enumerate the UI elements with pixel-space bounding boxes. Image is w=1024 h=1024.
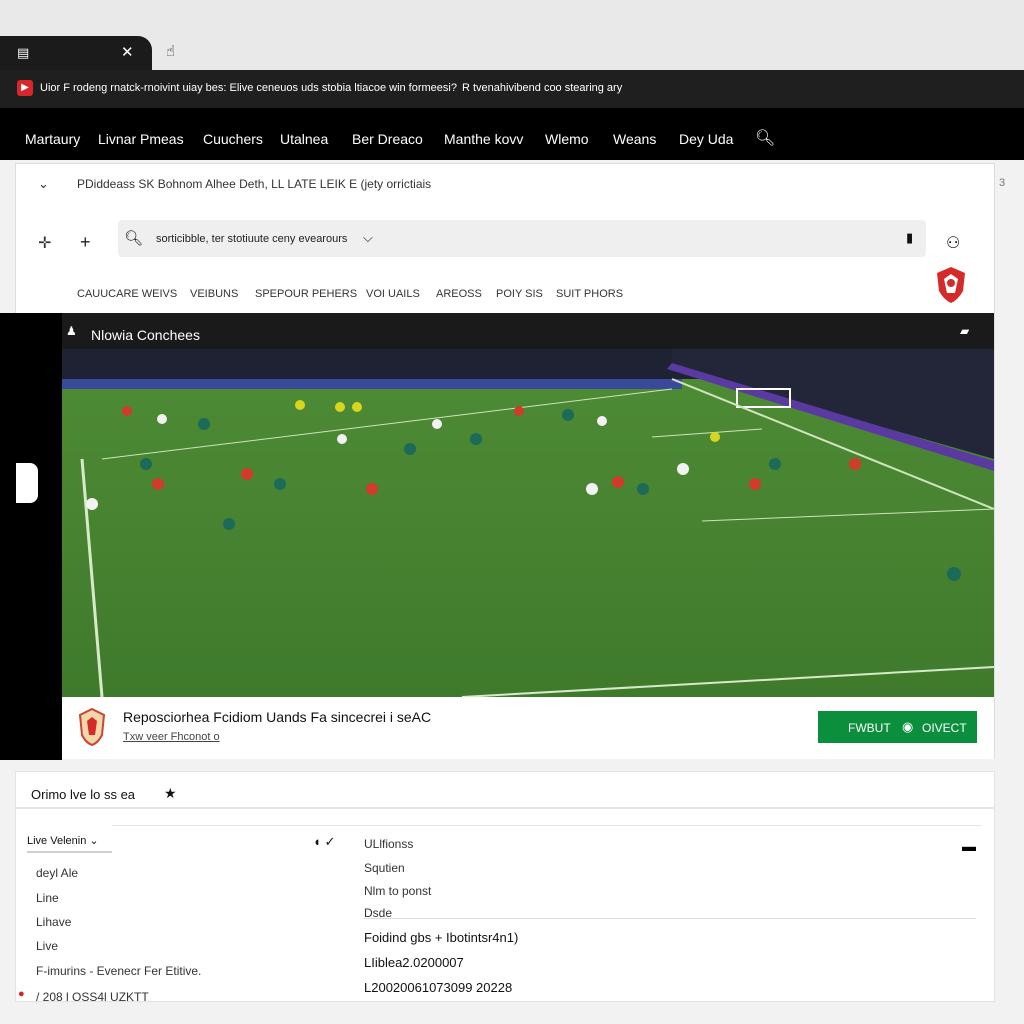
nav-item-5[interactable]: Ber Dreaco (352, 131, 423, 147)
action-button-icon: ◉ (902, 719, 914, 734)
scroll-indicator: 3 (999, 177, 1006, 189)
side-add-icon[interactable]: ✛ (38, 233, 51, 253)
video-info-title: Reposciorhea Fcidiom Uands Fa sincecrei … (123, 709, 432, 725)
tab-favicon-icon: ▤ (17, 45, 30, 60)
side-handle[interactable] (16, 463, 38, 503)
browser-tab-strip: ▤ ✕ ☝ (0, 0, 1024, 70)
section-title: Orimo lve lo ss ea (31, 787, 136, 802)
subnav-item-2[interactable]: VEIBUNS (190, 288, 238, 300)
nav-item-4[interactable]: Utalnea (280, 131, 328, 147)
list-item[interactable]: / 208 l OSS4l UZKTT (36, 990, 149, 1004)
tab-close-icon[interactable]: ✕ (121, 43, 134, 61)
club-crest-icon[interactable] (934, 265, 968, 305)
nav-item-8[interactable]: Weans (613, 131, 656, 147)
subnav-item-4[interactable]: VOI UAILS (366, 288, 420, 300)
nav-item-3[interactable]: Cuuchers (203, 131, 263, 147)
search-input[interactable]: sorticibble, ter stotiuute ceny evearour… (156, 233, 347, 245)
video-title: Nlowia Conchees (91, 327, 200, 343)
player-icon: ♟ (66, 324, 77, 338)
collapse-icon[interactable]: ⌄ (38, 176, 49, 192)
list-item[interactable]: Live (36, 939, 58, 953)
video-side-strip (0, 313, 62, 760)
nav-item-2[interactable]: Livnar Pmeas (98, 131, 184, 147)
nav-item-1[interactable]: Martaury (25, 131, 80, 147)
alert-secondary-text[interactable]: R tvenahivibend coo stearing ary (462, 82, 622, 94)
new-tab-icon[interactable]: ☝ (166, 42, 175, 60)
action-button-right-label: OIVECT (922, 721, 967, 735)
main-navigation: Martaury Livnar Pmeas Cuuchers Utalnea B… (0, 108, 1024, 160)
detail-row: L20020061073099 20228 (364, 980, 513, 995)
live-alert-bar: ▶ Uior F rodeng rnatck-rnoivint uiay bes… (0, 70, 1024, 108)
detail-row: LIiblea2.0200007 (364, 955, 464, 970)
subnav-item-7[interactable]: SUIT PHORS (556, 288, 623, 300)
search-icon[interactable]: 🔍︎ (755, 128, 775, 148)
alert-text[interactable]: Uior F rodeng rnatck-rnoivint uiay bes: … (40, 82, 457, 94)
action-button[interactable]: FWBUT ◉ OIVECT (818, 711, 977, 743)
subnav-item-6[interactable]: POIY SIS (496, 288, 543, 300)
live-play-icon: ▶ (17, 80, 33, 96)
list-item[interactable]: F-imurins - Evenecr Fer Etitive. (36, 964, 201, 978)
nav-item-6[interactable]: Manthe kovv (444, 131, 523, 147)
chevron-down-icon: ⌄ (89, 835, 99, 847)
live-version-dropdown[interactable]: Live Velenin ⌄ (27, 825, 112, 853)
video-info-link[interactable]: Txw veer Fhconot o (123, 731, 220, 743)
divider (364, 918, 976, 919)
subnav-item-5[interactable]: AREOSS (436, 288, 482, 300)
divider (112, 825, 982, 826)
toggle-icons[interactable]: ◖ ✓ (313, 834, 335, 850)
match-video[interactable] (62, 349, 994, 697)
bookmark-icon[interactable]: ▮ (906, 230, 913, 246)
live-dot-icon: ● (18, 988, 25, 1000)
subnav-item-3[interactable]: SPEPOUR PEHERS (255, 288, 357, 300)
nav-item-7[interactable]: Wlemo (545, 131, 589, 147)
nav-item-9[interactable]: Dey Uda (679, 131, 733, 147)
detail-row: Nlm to ponst (364, 884, 432, 898)
star-icon[interactable]: ★ (164, 785, 177, 802)
action-button-left-label: FWBUT (848, 721, 891, 735)
active-tab[interactable]: ▤ ✕ (0, 36, 152, 70)
search-icon: 🔍︎ (124, 230, 144, 247)
list-item[interactable]: Line (36, 891, 59, 905)
video-header: ♟ Nlowia Conchees ▰ (62, 313, 994, 349)
club-badge-icon (78, 707, 106, 747)
search-dropdown-icon[interactable]: ⌵ (363, 230, 373, 246)
camera-icon[interactable]: ▰ (960, 324, 969, 338)
account-icon[interactable]: ⚇ (946, 233, 960, 253)
list-item[interactable]: deyl Ale (36, 866, 78, 880)
dropdown-label: Live Velenin (27, 835, 87, 847)
breadcrumb: PDiddeass SK Bohnom Alhee Deth, LL LATE … (77, 177, 432, 191)
detail-row: ULlfionss (364, 837, 414, 851)
collapse-minus-icon[interactable]: ▬ (962, 838, 976, 854)
section-header: Orimo lve lo ss ea ★ (15, 771, 995, 808)
list-item[interactable]: Lihave (36, 915, 71, 929)
detail-row: Squtien (364, 861, 405, 875)
detail-row: Foidind gbs + Ibotintsr4n1) (364, 930, 519, 945)
search-bar[interactable]: 🔍︎ sorticibble, ter stotiuute ceny evear… (118, 220, 926, 257)
subnav-item-1[interactable]: CAUUCARE WEIVS (77, 288, 177, 300)
add-icon[interactable]: + (80, 232, 91, 253)
